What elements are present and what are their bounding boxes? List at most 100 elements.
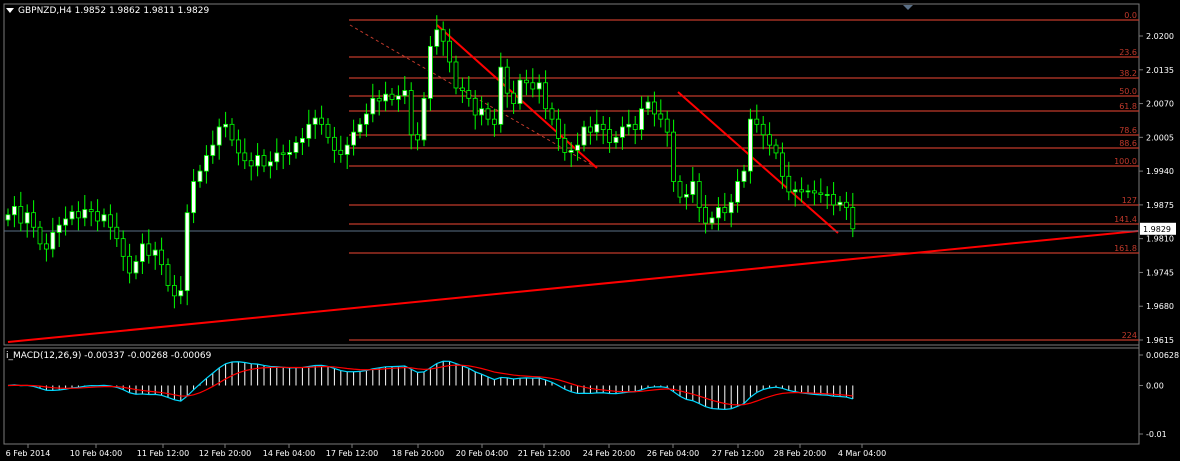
candle-body — [479, 108, 485, 116]
candle-body — [37, 226, 43, 245]
candle-body — [370, 97, 376, 115]
candle-body — [5, 214, 11, 221]
candle-body — [703, 207, 708, 224]
candle-body — [812, 190, 817, 194]
candle-body — [376, 97, 382, 102]
candle-body — [498, 66, 504, 125]
candle-body — [293, 142, 299, 153]
time-tick-label: 12 Feb 20:00 — [199, 449, 251, 458]
candle-body — [472, 97, 478, 116]
candle-body — [466, 90, 472, 99]
candle-body — [31, 212, 37, 228]
fibo-level-label: 100.0 — [1114, 157, 1137, 166]
time-tick-label: 4 Mar 04:00 — [838, 449, 886, 458]
candle-body — [620, 126, 625, 138]
candle-body — [197, 170, 203, 182]
chart-shift-marker-icon[interactable] — [903, 5, 913, 10]
candle-body — [459, 87, 465, 91]
candle-body — [76, 211, 81, 219]
candle-body — [728, 201, 734, 214]
price-tick-label: 2.0200 — [1146, 32, 1174, 41]
downtrend-line-2[interactable] — [677, 91, 839, 234]
candle-body — [229, 123, 235, 141]
macd-label: i_MACD(12,26,9) -0.00337 -0.00268 -0.000… — [6, 351, 212, 361]
fibo-level-label: 23.6 — [1119, 48, 1137, 57]
candle-body — [63, 218, 68, 226]
candle-body — [191, 181, 197, 214]
candle-body — [146, 243, 152, 256]
uptrend-line[interactable] — [7, 230, 1139, 343]
candle-body — [440, 29, 446, 42]
candle-body — [677, 181, 683, 198]
fibo-level-label: 50.0 — [1119, 87, 1137, 96]
time-tick-label: 27 Feb 12:00 — [712, 449, 764, 458]
current-price-label: 1.9829 — [1143, 225, 1171, 234]
fibo-level-label: 78.6 — [1119, 126, 1137, 135]
candle-body — [664, 118, 670, 133]
candle-body — [511, 92, 517, 104]
candle-body — [805, 190, 811, 193]
candle-body — [216, 126, 222, 146]
fibo-level-label: 161.8 — [1114, 244, 1137, 253]
price-tick-label: 1.9940 — [1146, 167, 1174, 176]
candle-body — [408, 90, 414, 136]
candle-body — [203, 155, 209, 172]
candle-body — [69, 211, 75, 220]
candle-body — [415, 134, 421, 141]
candle-body — [741, 170, 747, 182]
candle-body — [594, 123, 600, 133]
time-tick-label: 17 Feb 12:00 — [326, 449, 378, 458]
candle-body — [568, 149, 574, 153]
candle-body — [709, 217, 715, 224]
candle-body — [108, 214, 113, 228]
time-tick-label: 11 Feb 12:00 — [137, 449, 189, 458]
candle-body — [165, 264, 171, 286]
candle-body — [427, 45, 433, 99]
candle-body — [18, 206, 24, 224]
candle-body — [792, 189, 798, 193]
candle-body — [722, 207, 728, 214]
candle-body — [299, 137, 305, 143]
price-tick-label: 1.9875 — [1146, 201, 1174, 210]
candle-body — [338, 149, 344, 155]
candle-body — [242, 152, 248, 162]
fibo-level-label: 38.2 — [1119, 69, 1137, 78]
candle-body — [389, 93, 395, 100]
candle-body — [652, 101, 657, 115]
price-tick-label: 1.9745 — [1146, 268, 1174, 277]
candle-body — [690, 181, 696, 195]
candle-body — [159, 249, 165, 266]
candle-body — [331, 136, 337, 151]
candle-body — [120, 238, 126, 257]
candle-body — [581, 126, 587, 146]
trendlines[interactable] — [7, 24, 1139, 343]
price-tick-label: 1.9615 — [1146, 336, 1174, 345]
fibo-level-label: 141.4 — [1114, 215, 1137, 224]
macd-title: i_MACD(12,26,9) -0.00337 -0.00268 -0.000… — [6, 351, 211, 361]
candle-body — [543, 82, 548, 110]
candle-body — [639, 108, 644, 130]
candle-body — [88, 209, 94, 213]
candle-body — [344, 144, 350, 155]
time-tick-label: 26 Feb 04:00 — [647, 449, 699, 458]
time-tick-label: 10 Feb 04:00 — [70, 449, 122, 458]
candle-body — [504, 66, 510, 94]
chart-menu-icon[interactable] — [6, 8, 14, 13]
candle-body — [671, 131, 676, 182]
candlestick-series — [5, 15, 856, 309]
fibo-level-label: 61.8 — [1119, 102, 1137, 111]
candle-body — [447, 40, 453, 63]
candle-body — [517, 79, 523, 104]
candle-body — [530, 82, 536, 90]
candle-body — [325, 123, 331, 138]
candle-body — [56, 224, 62, 233]
candle-body — [536, 82, 542, 90]
fibo-level-label: 0.0 — [1124, 11, 1137, 20]
candle-body — [600, 123, 606, 130]
chart-canvas[interactable]: 0.0 23.6 38.2 50.0 61.8 78.6 88.6 100.0 127 141.4… — [0, 0, 1180, 461]
candle-body — [524, 79, 529, 84]
candle-body — [261, 155, 267, 167]
candle-body — [152, 249, 158, 256]
price-tick-label: 2.0005 — [1146, 133, 1174, 142]
time-tick-label: 20 Feb 04:00 — [456, 449, 508, 458]
